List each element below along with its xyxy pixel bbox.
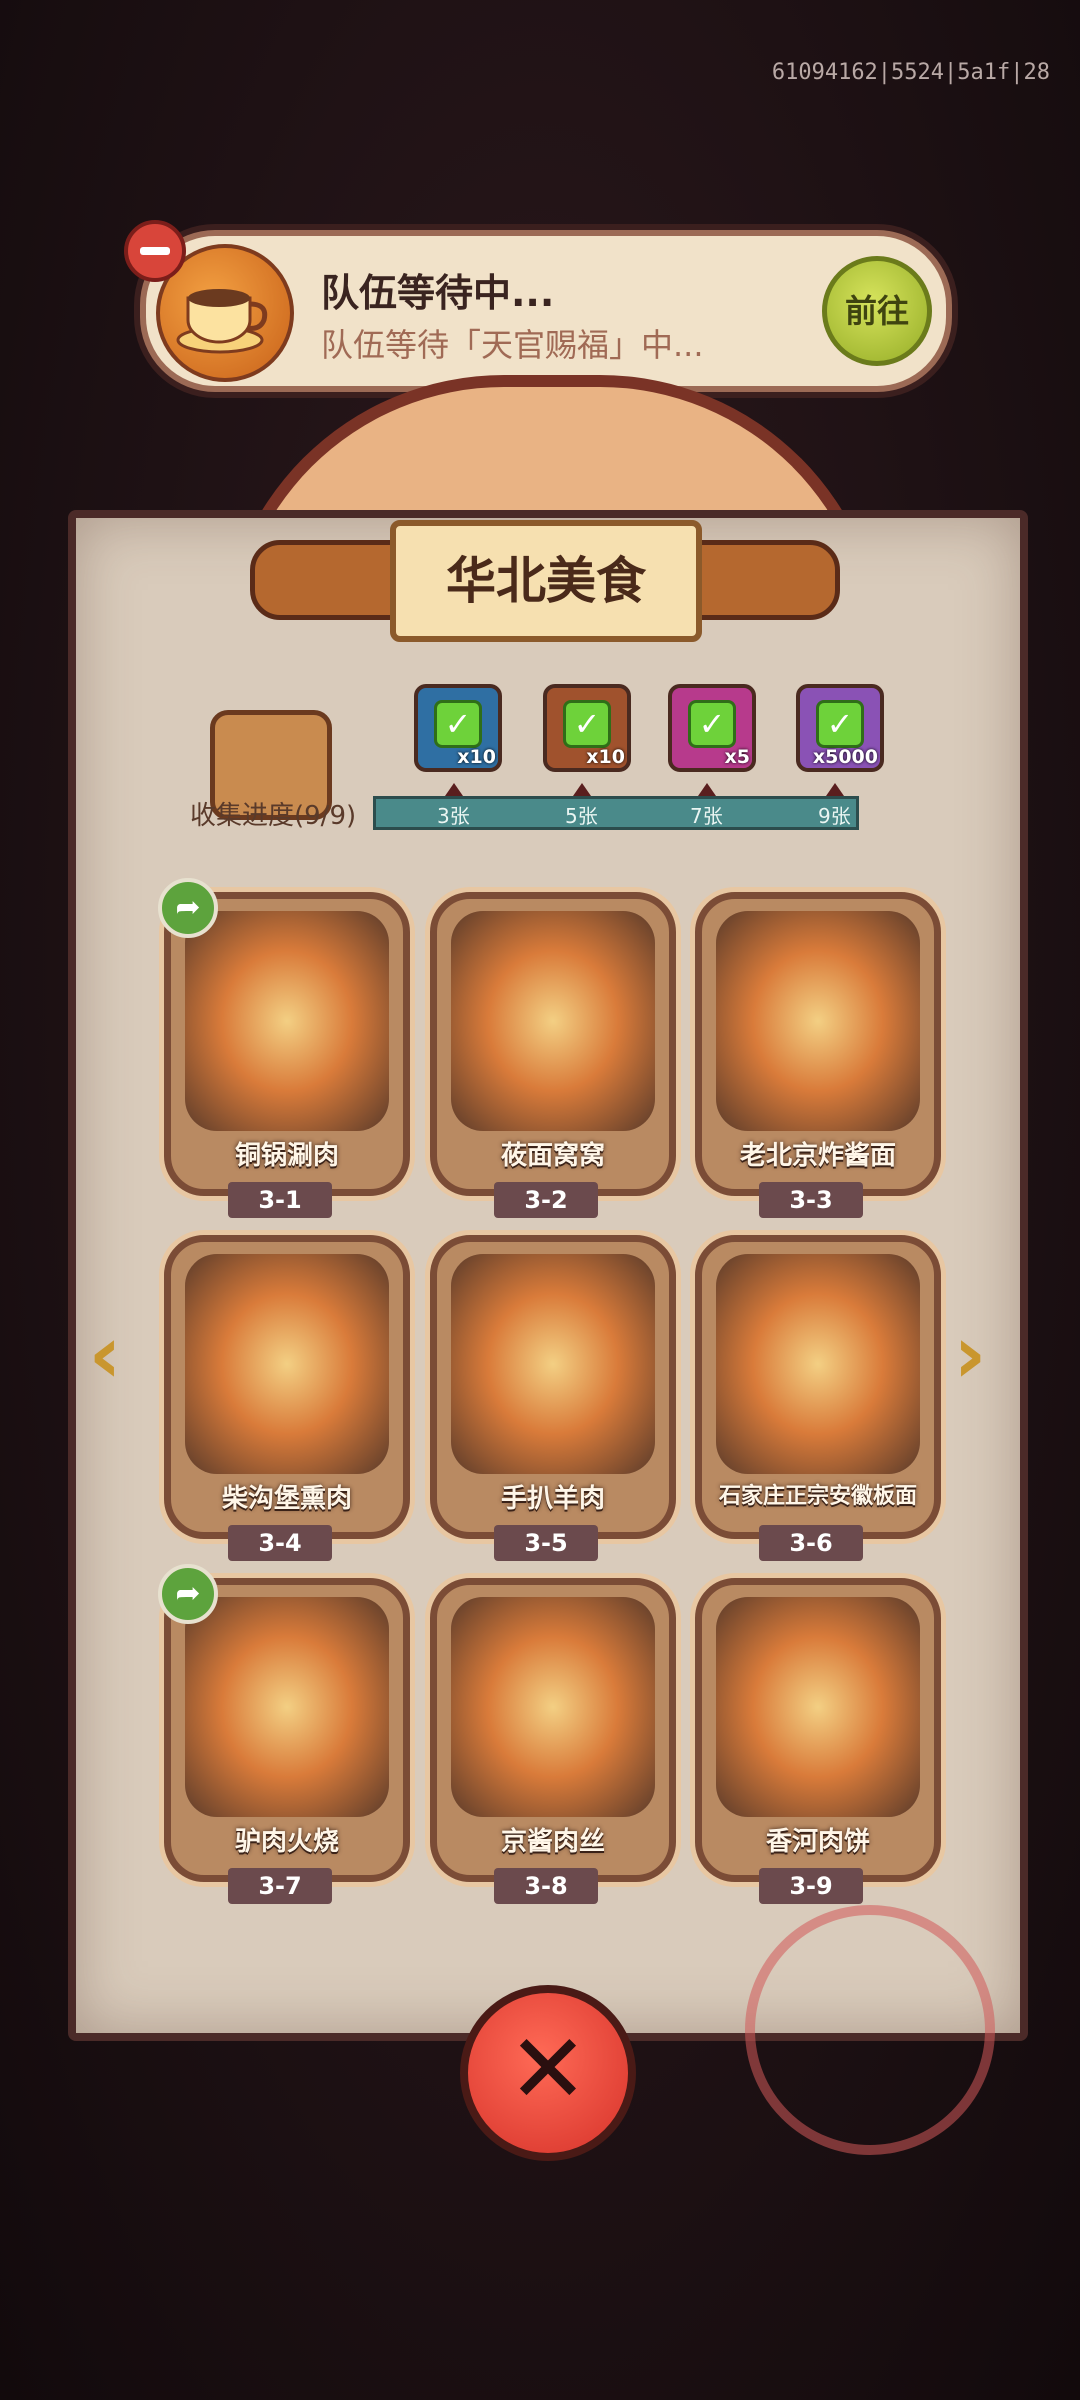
milestone-marker — [826, 783, 844, 796]
go-button[interactable]: 前往 — [822, 256, 932, 366]
food-image — [451, 911, 655, 1131]
reward-count: x5000 — [812, 746, 878, 768]
food-image — [185, 1254, 389, 1474]
scroll-icon[interactable]: ✓ x10 — [543, 684, 631, 772]
check-icon: ✓ — [434, 700, 482, 748]
card-number: 3-6 — [759, 1525, 863, 1561]
debug-info: 61094162|5524|5a1f|28 — [771, 60, 1050, 85]
close-icon[interactable]: ✕ — [460, 1985, 636, 2161]
food-card[interactable]: 石家庄正宗安徽板面 — [695, 1235, 941, 1539]
card-number: 3-8 — [494, 1868, 598, 1904]
food-name: 石家庄正宗安徽板面 — [718, 1484, 917, 1509]
stamp-decoration — [745, 1905, 995, 2155]
food-image — [716, 1254, 920, 1474]
card-number: 3-2 — [494, 1182, 598, 1218]
minus-icon[interactable] — [124, 220, 186, 282]
magic-orb-icon[interactable]: ✓ x5 — [668, 684, 756, 772]
food-name: 京酱肉丝 — [500, 1827, 605, 1857]
food-card[interactable]: 铜锅涮肉 — [164, 892, 410, 1196]
food-image — [451, 1597, 655, 1817]
food-card[interactable]: 京酱肉丝 — [430, 1578, 676, 1882]
food-image — [451, 1254, 655, 1474]
check-icon: ✓ — [816, 700, 864, 748]
team-status-subtitle: 队伍等待「天官赐福」中... — [321, 326, 704, 364]
share-arrow-icon[interactable]: ➦ — [158, 1564, 218, 1624]
food-image — [716, 1597, 920, 1817]
share-arrow-icon[interactable]: ➦ — [158, 878, 218, 938]
card-number: 3-3 — [759, 1182, 863, 1218]
chevron-right-icon[interactable]: › — [940, 1305, 1000, 1405]
treasure-chest-icon[interactable]: ✓ x10 — [414, 684, 502, 772]
milestone-label: 3张 — [437, 804, 470, 828]
food-name: 莜面窝窝 — [500, 1141, 605, 1171]
food-name: 驴肉火烧 — [234, 1827, 339, 1857]
check-icon: ✓ — [563, 700, 611, 748]
food-name: 铜锅涮肉 — [234, 1141, 339, 1171]
food-name: 柴沟堡熏肉 — [221, 1484, 352, 1514]
team-waiting-banner[interactable]: 队伍等待中... 队伍等待「天官赐福」中... 前往 — [140, 230, 952, 392]
check-icon: ✓ — [688, 700, 736, 748]
reward-count: x5 — [724, 746, 750, 768]
card-number: 3-7 — [228, 1868, 332, 1904]
food-name: 香河肉饼 — [765, 1827, 870, 1857]
team-status-title: 队伍等待中... — [321, 271, 555, 315]
milestone-label: 9张 — [818, 804, 851, 828]
chevron-left-icon[interactable]: ‹ — [75, 1305, 135, 1405]
milestone-label: 5张 — [565, 804, 598, 828]
milestone-label: 7张 — [690, 804, 723, 828]
card-number: 3-1 — [228, 1182, 332, 1218]
food-card[interactable]: 柴沟堡熏肉 — [164, 1235, 410, 1539]
card-number: 3-5 — [494, 1525, 598, 1561]
food-image — [185, 1597, 389, 1817]
milestone-marker — [445, 783, 463, 796]
card-number: 3-4 — [228, 1525, 332, 1561]
reward-count: x10 — [586, 746, 625, 768]
reward-count: x10 — [457, 746, 496, 768]
food-name: 老北京炸酱面 — [739, 1141, 896, 1171]
food-card[interactable]: 驴肉火烧 — [164, 1578, 410, 1882]
milestone-marker — [573, 783, 591, 796]
food-card[interactable]: 老北京炸酱面 — [695, 892, 941, 1196]
food-name: 手扒羊肉 — [500, 1484, 605, 1514]
food-image — [185, 911, 389, 1131]
silver-gem-icon[interactable]: ✓ x5000 — [796, 684, 884, 772]
food-card[interactable]: 香河肉饼 — [695, 1578, 941, 1882]
food-card[interactable]: 手扒羊肉 — [430, 1235, 676, 1539]
food-image — [716, 911, 920, 1131]
milestone-marker — [698, 783, 716, 796]
food-card[interactable]: 莜面窝窝 — [430, 892, 676, 1196]
card-number: 3-9 — [759, 1868, 863, 1904]
album-title: 华北美食 — [390, 520, 702, 642]
collection-progress-label: 收集进度(9/9) — [190, 801, 357, 831]
